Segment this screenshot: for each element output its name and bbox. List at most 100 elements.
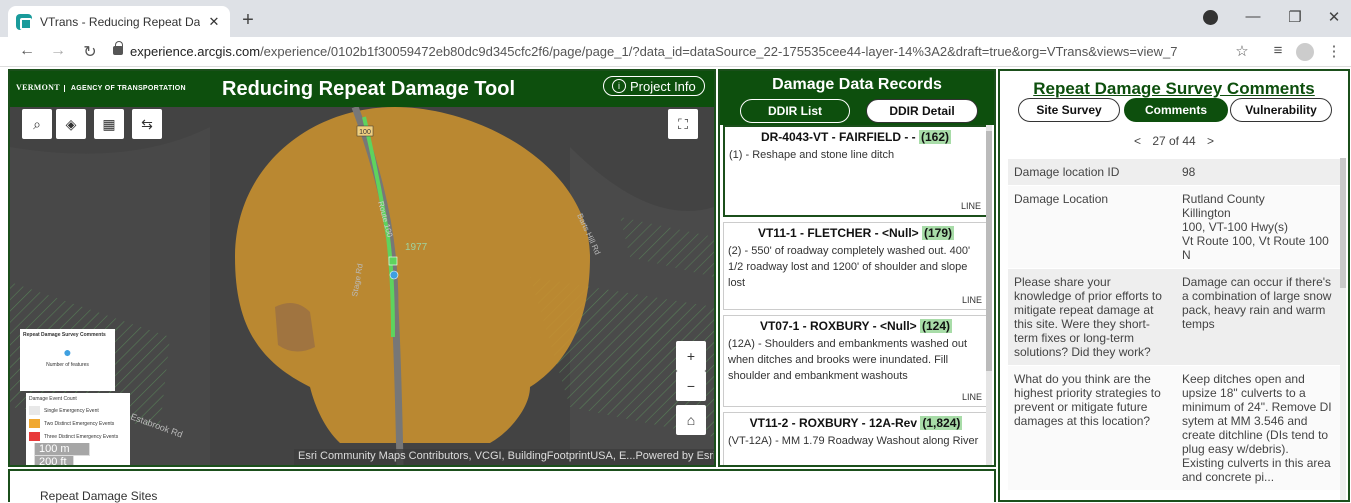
reload-icon[interactable]: ↻	[80, 42, 100, 62]
new-tab-icon[interactable]: +	[238, 9, 258, 32]
zoom-in-button[interactable]: +	[676, 341, 706, 371]
pager-next-button[interactable]: >	[1207, 134, 1214, 148]
record-pager: < 27 of 44 >	[1000, 127, 1348, 157]
tab-vulnerability[interactable]: Vulnerability	[1230, 98, 1332, 122]
survey-comments-panel: Repeat Damage Survey Comments Site Surve…	[998, 69, 1350, 502]
legend-swatch	[29, 432, 40, 441]
basemap-gallery-button[interactable]: ▦	[94, 109, 124, 139]
project-info-button[interactable]: i Project Info	[603, 76, 705, 96]
layers-button[interactable]: ◈	[56, 109, 86, 139]
legend-item: Single Emergency Event	[29, 406, 127, 415]
back-icon[interactable]: ←	[17, 42, 37, 60]
table-row: What do you think are the highest priori…	[1008, 365, 1340, 490]
record-card[interactable]: VT11-2 - ROXBURY - 12A-Rev (1,824) (VT-1…	[723, 412, 989, 465]
close-tab-icon[interactable]: ✕	[206, 14, 222, 30]
vermont-logo: VERMONT AGENCY OF TRANSPORTATION	[16, 83, 186, 92]
map-canvas[interactable]: 100 1977 Route 100 Barts Hill Rd Stage R…	[10, 107, 714, 465]
record-count: (124)	[920, 319, 953, 333]
url-host: experience.arcgis.com	[130, 44, 261, 59]
fullscreen-button[interactable]: ⛶	[668, 109, 698, 139]
app-favicon-icon	[16, 13, 32, 30]
pager-status: 27 of 44	[1152, 134, 1196, 148]
record-id: VT11-2 - ROXBURY - 12A-Rev	[749, 416, 917, 430]
measure-button[interactable]: ⇆	[132, 109, 162, 139]
legend-item: Three Distinct Emergency Events	[29, 432, 127, 441]
record-type: LINE	[961, 392, 982, 402]
legend-item-label: Single Emergency Event	[44, 407, 99, 414]
repeat-damage-sites-panel: Repeat Damage Sites	[8, 469, 996, 503]
pager-prev-button[interactable]: <	[1134, 134, 1141, 148]
attribution-text: Esri Community Maps Contributors, VCGI, …	[298, 450, 636, 462]
record-desc: (VT-12A) - MM 1.79 Roadway Washout along…	[728, 435, 979, 447]
forward-icon[interactable]: →	[48, 42, 68, 60]
field-value: 98	[1176, 158, 1340, 186]
search-map-button[interactable]: ⌕	[22, 109, 52, 139]
url-field[interactable]: experience.arcgis.com/experience/0102b1f…	[130, 44, 1210, 59]
record-card[interactable]: DR-4043-VT - FAIRFIELD - - (162) (1) - R…	[723, 125, 989, 217]
records-title: Damage Data Records	[720, 71, 994, 97]
legend-title: Repeat Damage Survey Comments	[23, 332, 106, 338]
more-menu-icon[interactable]: ⋮	[1324, 42, 1344, 60]
browser-tab[interactable]: VTrans - Reducing Repeat Damag ✕	[8, 6, 230, 37]
close-window-icon[interactable]: ✕	[1324, 8, 1344, 26]
table-row: Damage Location Rutland County Killingto…	[1008, 185, 1340, 269]
field-key: Damage location ID	[1008, 158, 1176, 186]
record-id: DR-4043-VT - FAIRFIELD - -	[760, 130, 916, 144]
attribute-table: Damage location ID 98 Damage Location Ru…	[1008, 158, 1340, 490]
legend-item-label: Three Distinct Emergency Events	[44, 433, 119, 440]
legend-count-label: Number of features	[46, 362, 89, 368]
minimize-icon[interactable]: —	[1243, 8, 1263, 25]
damage-records-panel: Damage Data Records DDIR List DDIR Detai…	[718, 69, 996, 467]
location-pin-icon: ●	[63, 344, 72, 360]
records-scrollbar[interactable]	[986, 125, 992, 465]
record-count: (1,824)	[920, 416, 963, 430]
project-info-label: Project Info	[630, 78, 696, 94]
legend-item-label: Two Distinct Emergency Events	[44, 420, 115, 427]
powered-by-esri[interactable]: Powered by Esri	[635, 450, 714, 464]
legend-item: Two Distinct Emergency Events	[29, 419, 127, 428]
record-count: (162)	[919, 130, 952, 144]
bookmark-star-icon[interactable]: ☆	[1232, 42, 1252, 60]
legend-survey-comments: Repeat Damage Survey Comments ● Number o…	[20, 329, 115, 391]
record-card[interactable]: VT11-1 - FLETCHER - <Null> (179) (2) - 5…	[723, 222, 989, 310]
zoom-out-button[interactable]: −	[676, 371, 706, 401]
maximize-icon[interactable]: ❐	[1285, 8, 1305, 26]
field-value: Keep ditches open and upsize 18" culvert…	[1176, 365, 1340, 490]
info-icon: i	[612, 79, 626, 93]
tab-site-survey[interactable]: Site Survey	[1018, 98, 1120, 122]
record-id: VT07-1 - ROXBURY - <Null>	[759, 319, 917, 333]
lock-icon[interactable]	[113, 41, 123, 55]
app-root: VERMONT AGENCY OF TRANSPORTATION Reducing…	[0, 67, 1351, 503]
record-desc: (12A) - Shoulders and embankments washed…	[728, 338, 968, 382]
record-title: VT11-2 - ROXBURY - 12A-Rev (1,824)	[728, 416, 984, 430]
map-attribution: Esri Community Maps Contributors, VCGI, …	[294, 449, 714, 465]
survey-title: Repeat Damage Survey Comments	[1033, 79, 1315, 98]
map-panel: VERMONT AGENCY OF TRANSPORTATION Reducing…	[8, 69, 716, 467]
record-type: LINE	[960, 201, 981, 211]
record-card[interactable]: VT07-1 - ROXBURY - <Null> (124) (12A) - …	[723, 315, 989, 407]
tab-title: VTrans - Reducing Repeat Damag	[40, 14, 200, 29]
profile-avatar-icon[interactable]	[1296, 43, 1314, 61]
survey-tabs: Site Survey Comments Vulnerability	[1000, 95, 1348, 125]
survey-scrollbar[interactable]	[1340, 158, 1346, 500]
records-tabs: DDIR List DDIR Detail	[720, 97, 994, 125]
record-count: (179)	[922, 226, 955, 240]
tab-ddir-list[interactable]: DDIR List	[740, 99, 850, 123]
record-desc: (1) - Reshape and stone line ditch	[729, 149, 895, 161]
record-icon[interactable]	[1203, 10, 1218, 25]
browser-tabstrip: VTrans - Reducing Repeat Damag ✕ + — ❐ ✕	[0, 0, 1351, 37]
map-header: VERMONT AGENCY OF TRANSPORTATION Reducing…	[10, 71, 714, 107]
scrollbar-thumb[interactable]	[1340, 158, 1346, 288]
tab-comments[interactable]: Comments	[1124, 98, 1228, 122]
route-shield-label: 100	[359, 129, 371, 136]
reading-list-icon[interactable]: ≡	[1268, 42, 1288, 59]
tab-ddir-detail[interactable]: DDIR Detail	[866, 99, 978, 123]
record-title: VT11-1 - FLETCHER - <Null> (179)	[728, 226, 984, 240]
legend-swatch	[29, 406, 40, 415]
home-button[interactable]: ⌂	[676, 405, 706, 435]
year-label: 1977	[405, 242, 428, 253]
address-bar: ← → ↻ experience.arcgis.com/experience/0…	[0, 37, 1351, 67]
scrollbar-thumb[interactable]	[986, 131, 992, 371]
record-title: VT07-1 - ROXBURY - <Null> (124)	[728, 319, 984, 333]
repeat-damage-sites-title: Repeat Damage Sites	[40, 489, 158, 503]
